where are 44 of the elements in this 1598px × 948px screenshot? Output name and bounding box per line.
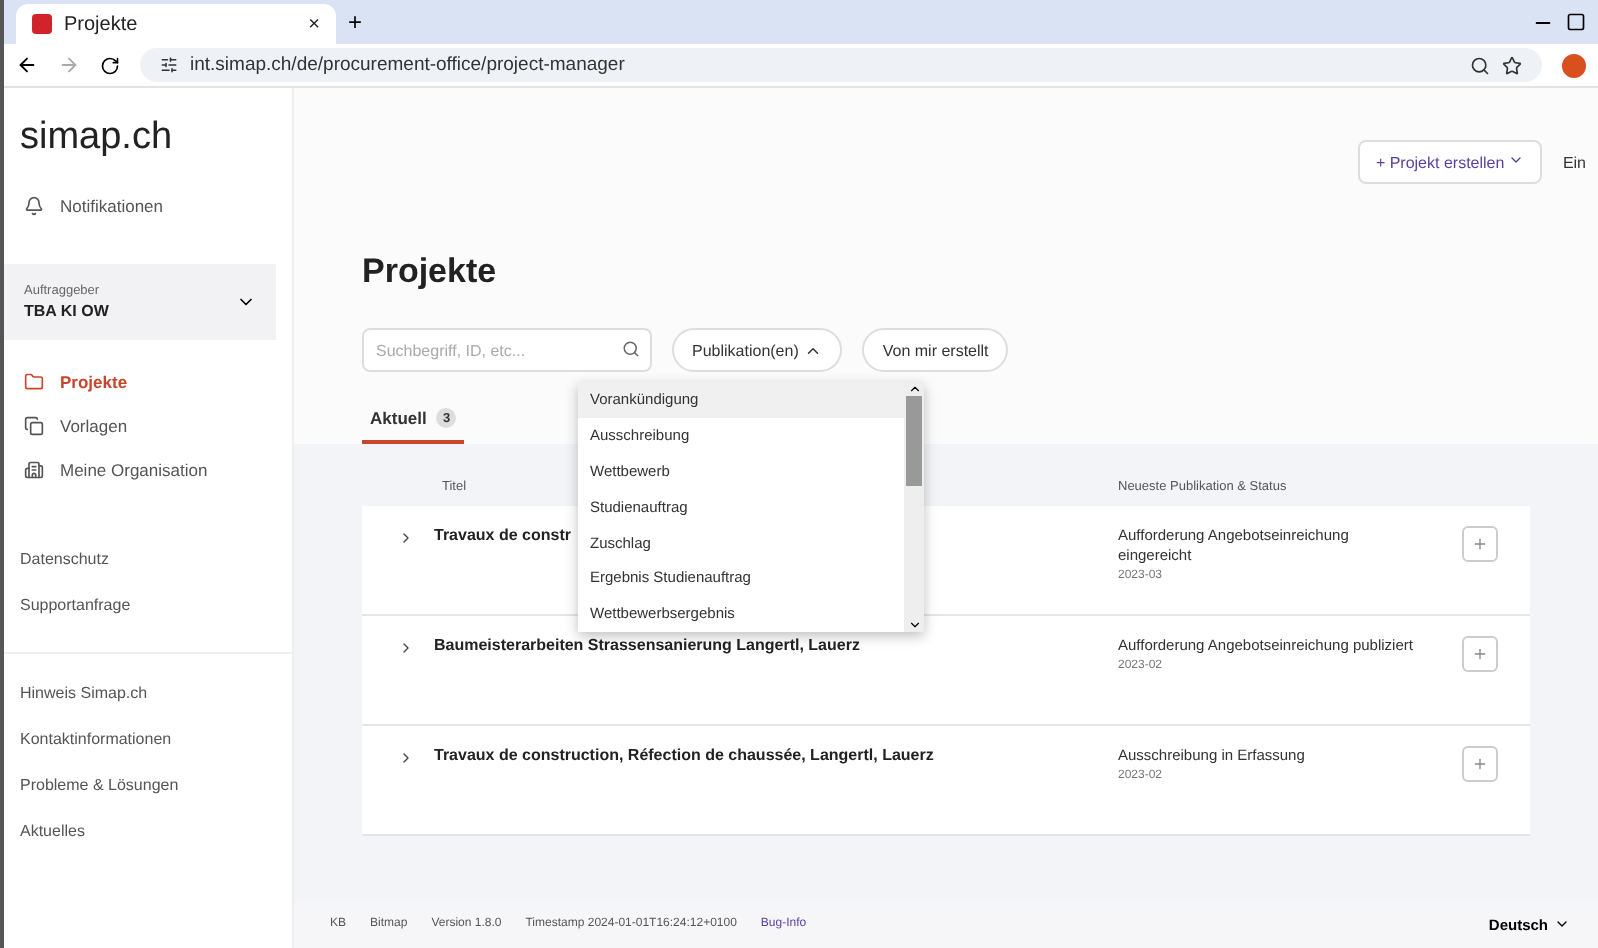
bell-icon [24,196,44,216]
close-icon[interactable]: × [308,13,320,35]
plus-icon [1472,536,1488,552]
plus-icon [1472,756,1488,772]
copy-icon [24,416,44,436]
create-project-button[interactable]: + Projekt erstellen [1357,140,1543,184]
sidebar-link[interactable]: Supportanfrage [4,582,292,628]
sidebar-link[interactable]: Probleme & Lösungen [4,762,292,808]
profile-avatar[interactable] [1562,53,1586,77]
scroll-down-icon[interactable] [907,618,921,632]
scroll-up-icon[interactable] [907,382,921,396]
chevron-down-icon [1508,152,1525,168]
search-field[interactable]: Suchbegriff, ID, etc... [362,328,652,372]
sidebar-link[interactable]: Aktuelles [4,808,292,854]
bookmark-icon[interactable] [1502,55,1522,75]
sidebar-item[interactable]: Notifikationen [4,184,292,228]
user-menu[interactable]: Ein [1562,153,1586,171]
building-icon [24,460,44,480]
maximize-icon[interactable] [1566,12,1586,32]
sidebar-link[interactable]: Kontaktinformationen [4,716,292,762]
sidebar-link[interactable]: Hinweis Simap.ch [4,670,292,716]
created-by-me-filter[interactable]: Von mir erstellt [862,328,1009,372]
sidebar-item[interactable]: Vorlagen [4,404,292,448]
scrollbar[interactable] [904,382,924,632]
reload-icon[interactable] [100,55,120,75]
new-tab-button[interactable]: + [348,8,363,36]
publication-filter[interactable]: Publikation(en) [672,328,843,372]
favicon [32,14,52,34]
sidebar-link[interactable]: Datenschutz [4,536,292,582]
sidebar-item[interactable]: Meine Organisation [4,448,292,492]
page-title: Projekte [362,252,499,292]
site-settings-icon[interactable] [160,56,178,74]
back-icon[interactable] [16,54,38,76]
sidebar-item[interactable]: Projekte [4,360,292,404]
folder-icon [24,372,44,392]
project-title: Baumeisterarbeiten Strassensanierung Langertl, Lauerz [432,636,862,654]
project-title: Travaux de construction, Réfection de chaussée, Langertl, Lauerz [432,746,936,764]
address-bar[interactable]: int.simap.ch/de/procurement-office/project-manager [140,48,1542,82]
browser-tab[interactable]: Projekte × [16,4,336,44]
search-icon [622,340,640,358]
logo: simap.ch [18,114,175,162]
chevron-down-icon [1554,916,1570,932]
plus-icon [1472,646,1488,662]
zoom-icon[interactable] [1470,55,1490,75]
